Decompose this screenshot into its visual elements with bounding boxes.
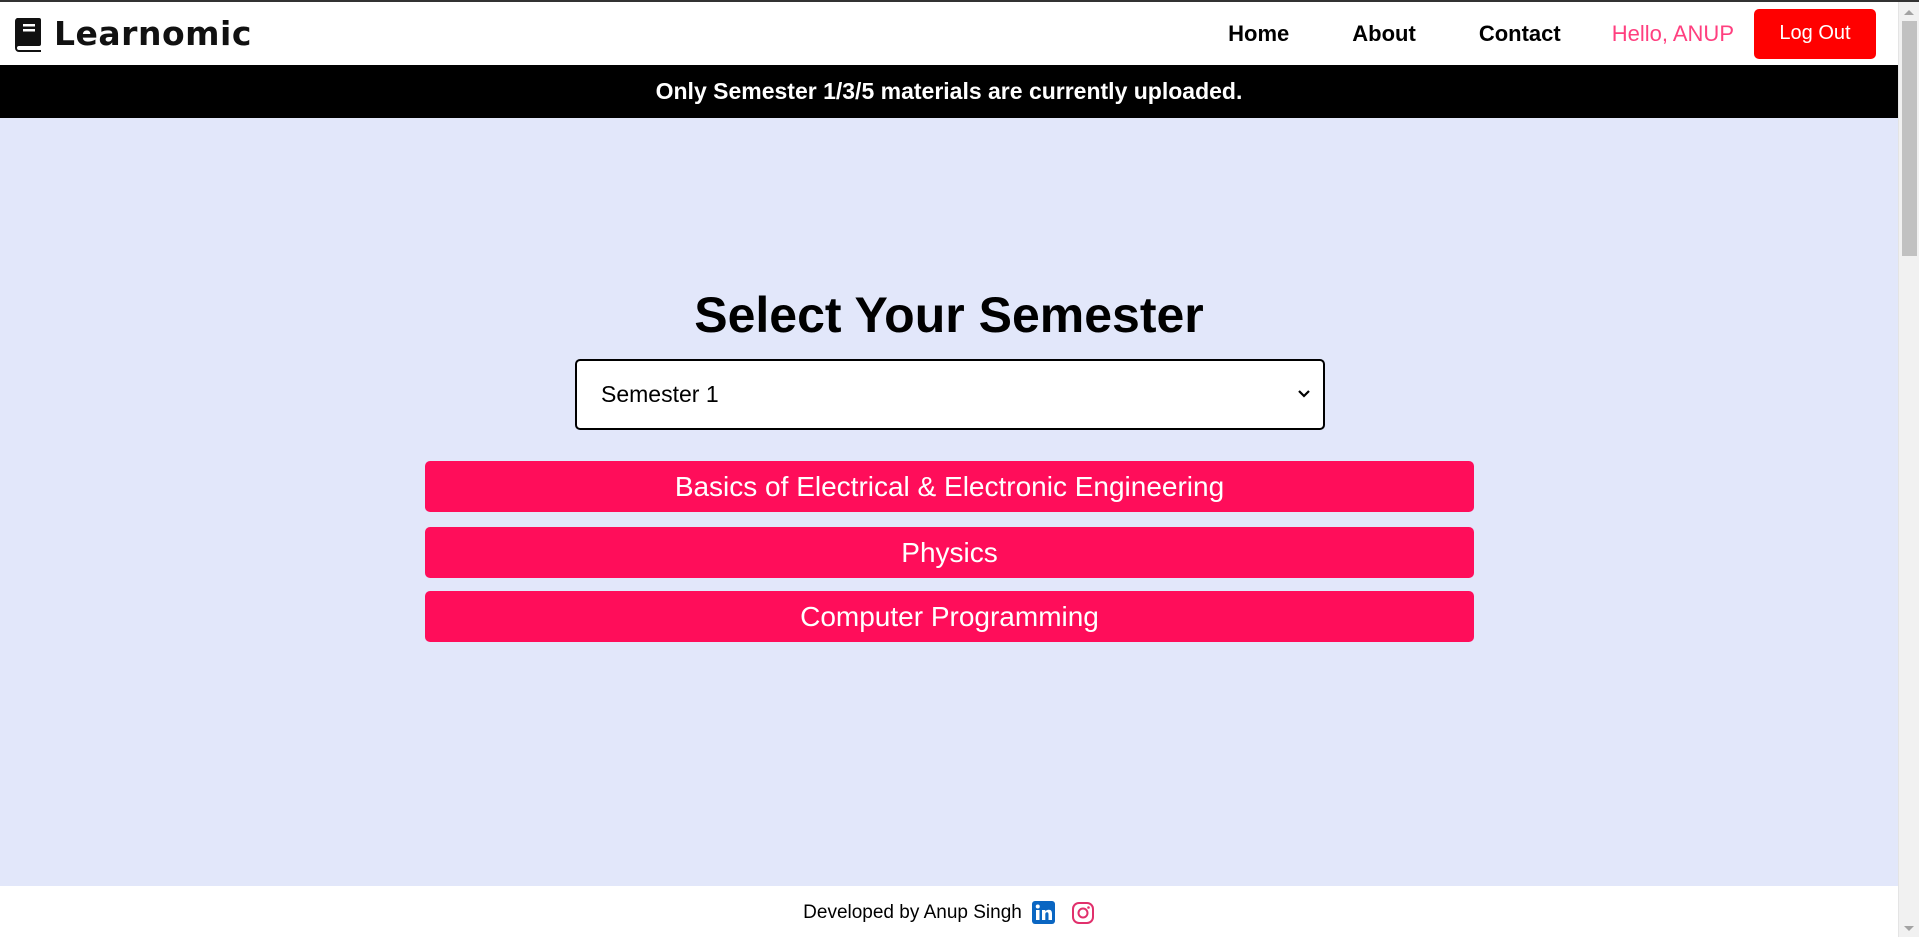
nav-links: Home About Contact Hello, ANUP Log Out	[1228, 8, 1876, 59]
brand[interactable]: Learnomic	[12, 14, 252, 53]
scroll-down-arrow-icon[interactable]	[1904, 926, 1914, 931]
brand-name: Learnomic	[54, 14, 252, 53]
nav-link-home[interactable]: Home	[1228, 21, 1289, 47]
linkedin-icon[interactable]	[1031, 901, 1055, 924]
nav-link-contact[interactable]: Contact	[1479, 21, 1561, 47]
user-greeting: Hello, ANUP	[1611, 20, 1734, 46]
notice-banner: Only Semester 1/3/5 materials are curren…	[0, 65, 1898, 118]
scroll-up-arrow-icon[interactable]	[1904, 10, 1914, 15]
book-icon	[12, 16, 44, 52]
main-content: Select Your Semester Semester 1 Basics o…	[0, 118, 1898, 886]
page: Learnomic Home About Contact Hello, ANUP…	[0, 0, 1919, 937]
subject-button-physics[interactable]: Physics	[425, 527, 1474, 578]
nav-link-about[interactable]: About	[1352, 21, 1416, 47]
page-title: Select Your Semester	[694, 287, 1204, 343]
chevron-down-icon	[1297, 386, 1311, 404]
subject-button-electrical[interactable]: Basics of Electrical & Electronic Engine…	[425, 461, 1474, 512]
instagram-icon[interactable]	[1071, 901, 1095, 925]
subject-button-programming[interactable]: Computer Programming	[425, 591, 1474, 642]
footer: Developed by Anup Singh	[0, 886, 1898, 937]
footer-credit: Developed by Anup Singh	[803, 901, 1022, 923]
semester-select[interactable]: Semester 1	[575, 359, 1325, 430]
scrollbar-thumb[interactable]	[1902, 21, 1917, 256]
logout-button[interactable]: Log Out	[1754, 8, 1876, 59]
navbar: Learnomic Home About Contact Hello, ANUP…	[0, 2, 1898, 65]
vertical-scrollbar[interactable]	[1898, 2, 1919, 937]
semester-select-value: Semester 1	[601, 381, 719, 407]
